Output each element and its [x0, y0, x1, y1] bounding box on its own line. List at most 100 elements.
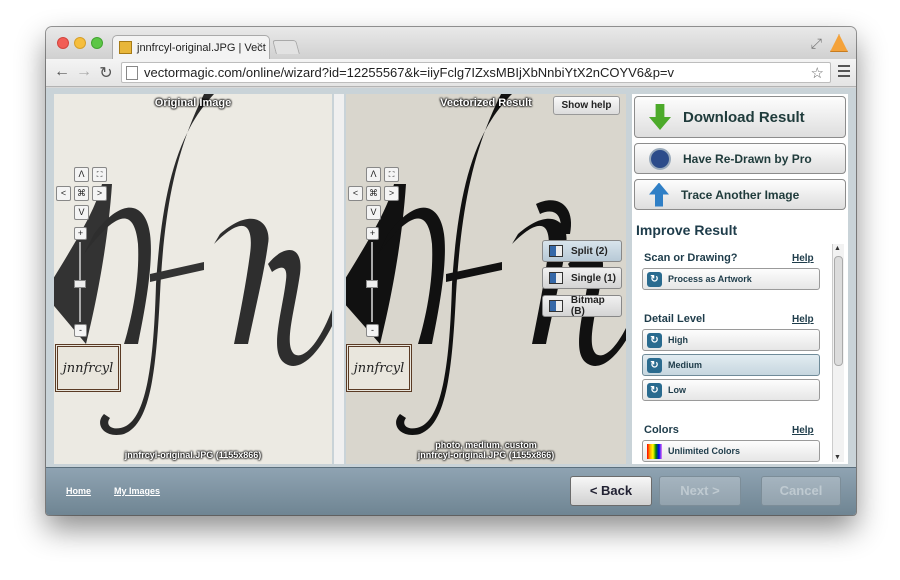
back-button[interactable]: < Back	[570, 476, 652, 506]
zoom-in-button[interactable]: +	[366, 227, 379, 240]
process-as-artwork-option[interactable]: ↻ Process as Artwork	[642, 268, 820, 290]
zoom-slider-handle[interactable]	[366, 280, 378, 288]
pan-left-button[interactable]: <	[56, 186, 71, 201]
zoom-window-button[interactable]	[91, 37, 103, 49]
redraw-by-pro-label: Have Re-Drawn by Pro	[683, 151, 812, 166]
reload-icon[interactable]: ↻	[96, 63, 116, 83]
favicon-icon	[119, 41, 132, 54]
download-result-button[interactable]: Download Result	[634, 96, 846, 138]
scroll-up-arrow-icon[interactable]: ▲	[834, 245, 841, 252]
detail-low-label: Low	[668, 385, 686, 395]
url-text: vectormagic.com/online/wizard?id=1225556…	[144, 65, 675, 80]
vectorized-result-caption: photo, medium, custom jnnfrcyl-original.…	[346, 440, 626, 460]
detail-level-label: Detail Level	[644, 313, 706, 325]
detail-high-option[interactable]: ↻ High	[642, 329, 820, 351]
refresh-icon: ↻	[647, 332, 662, 348]
improve-options-list[interactable]: Scan or Drawing? Help ↻ Process as Artwo…	[632, 244, 848, 464]
bitmap-view-button[interactable]: Bitmap (B)	[542, 295, 622, 317]
full-view-button[interactable]: ⛶	[384, 167, 399, 182]
pan-right-button[interactable]: >	[384, 186, 399, 201]
pan-left-button[interactable]: <	[348, 186, 363, 201]
result-file-text: jnnfrcyl-original.JPG (1155x866)	[417, 450, 555, 460]
detail-low-option[interactable]: ↻ Low	[642, 379, 820, 401]
page-icon	[126, 65, 138, 80]
single-view-icon	[549, 272, 563, 284]
show-help-button[interactable]: Show help	[553, 96, 620, 115]
unlimited-colors-label: Unlimited Colors	[668, 446, 741, 456]
home-link[interactable]: Home	[66, 486, 91, 496]
zoom-slider-handle[interactable]	[74, 280, 86, 288]
original-lettering-image	[54, 94, 332, 435]
bitmap-view-icon	[549, 300, 563, 312]
browser-tab[interactable]: jnnfrcyl-original.JPG | Vect ×	[112, 35, 270, 59]
detail-medium-option[interactable]: ↻ Medium	[642, 354, 820, 376]
download-arrow-icon	[649, 104, 671, 130]
refresh-icon: ↻	[647, 382, 662, 398]
pen-icon	[649, 147, 671, 170]
cancel-button[interactable]: Cancel	[761, 476, 841, 506]
upload-arrow-icon	[649, 182, 669, 207]
menu-icon[interactable]	[838, 65, 850, 80]
trace-another-label: Trace Another Image	[681, 187, 800, 202]
browser-toolbar: ← → ↻ vectormagic.com/online/wizard?id=1…	[46, 59, 856, 87]
zoom-out-button[interactable]: -	[74, 324, 87, 337]
scan-or-drawing-label: Scan or Drawing?	[644, 252, 738, 264]
single-view-label: Single (1)	[571, 272, 617, 284]
back-arrow-icon[interactable]: ←	[52, 63, 72, 81]
tab-close-icon[interactable]: ×	[257, 40, 263, 52]
pan-up-button[interactable]: Λ	[74, 167, 89, 182]
trace-another-button[interactable]: Trace Another Image	[634, 179, 846, 210]
color-palette-icon	[647, 443, 662, 459]
single-view-button[interactable]: Single (1)	[542, 267, 622, 289]
split-view-icon	[549, 245, 563, 257]
next-button[interactable]: Next >	[659, 476, 741, 506]
options-scrollbar[interactable]: ▲ ▼	[832, 244, 844, 462]
fullscreen-icon[interactable]: ⤢	[811, 35, 822, 52]
pan-down-button[interactable]: V	[366, 205, 381, 220]
fit-view-button[interactable]: ⌘	[74, 186, 89, 201]
split-view-label: Split (2)	[571, 245, 608, 257]
browser-window: jnnfrcyl-original.JPG | Vect × ⤢ ← → ↻ v…	[46, 27, 856, 515]
colors-help-link[interactable]: Help	[792, 425, 814, 436]
original-thumbnail[interactable]: jnnfrcyl	[55, 344, 121, 392]
improve-result-heading: Improve Result	[636, 222, 738, 238]
unlimited-colors-option[interactable]: Unlimited Colors	[642, 440, 820, 462]
my-images-link[interactable]: My Images	[114, 486, 160, 496]
redraw-by-pro-button[interactable]: Have Re-Drawn by Pro	[634, 143, 846, 174]
new-tab-button[interactable]	[272, 40, 300, 54]
result-settings-text: photo, medium, custom	[435, 440, 537, 450]
fit-view-button[interactable]: ⌘	[366, 186, 381, 201]
forward-arrow-icon[interactable]: →	[74, 63, 94, 81]
split-divider[interactable]	[334, 94, 344, 464]
tab-bar: jnnfrcyl-original.JPG | Vect × ⤢	[46, 27, 856, 59]
vectorized-thumbnail[interactable]: jnnfrcyl	[346, 344, 412, 392]
detail-high-label: High	[668, 335, 688, 345]
pan-right-button[interactable]: >	[92, 186, 107, 201]
zoom-in-button[interactable]: +	[74, 227, 87, 240]
wizard-footer: Home My Images < Back Next > Cancel	[46, 467, 856, 515]
right-sidebar: Download Result Have Re-Drawn by Pro Tra…	[632, 94, 848, 464]
pan-up-button[interactable]: Λ	[366, 167, 381, 182]
detail-medium-label: Medium	[668, 360, 703, 370]
bitmap-view-label: Bitmap (B)	[570, 295, 605, 317]
minimize-window-button[interactable]	[74, 37, 86, 49]
full-view-button[interactable]: ⛶	[92, 167, 107, 182]
scroll-down-arrow-icon[interactable]: ▼	[834, 454, 841, 461]
address-bar[interactable]: vectormagic.com/online/wizard?id=1225556…	[121, 62, 831, 83]
close-window-button[interactable]	[57, 37, 69, 49]
app-content: Original Image Λ ⛶ < ⌘ > V + - jnnfrcyl …	[46, 88, 856, 467]
detail-help-link[interactable]: Help	[792, 314, 814, 325]
original-image-panel[interactable]: Original Image Λ ⛶ < ⌘ > V + - jnnfrcyl …	[54, 94, 332, 464]
bookmark-star-icon[interactable]: ☆	[811, 64, 824, 82]
scrollbar-thumb[interactable]	[834, 256, 843, 366]
refresh-icon: ↻	[647, 357, 662, 373]
original-image-title: Original Image	[154, 97, 232, 109]
process-as-artwork-label: Process as Artwork	[668, 274, 752, 284]
pizza-icon	[830, 34, 848, 52]
zoom-out-button[interactable]: -	[366, 324, 379, 337]
colors-label: Colors	[644, 424, 679, 436]
tab-title: jnnfrcyl-original.JPG | Vect	[137, 41, 266, 54]
pan-down-button[interactable]: V	[74, 205, 89, 220]
scan-help-link[interactable]: Help	[792, 253, 814, 264]
split-view-button[interactable]: Split (2)	[542, 240, 622, 262]
